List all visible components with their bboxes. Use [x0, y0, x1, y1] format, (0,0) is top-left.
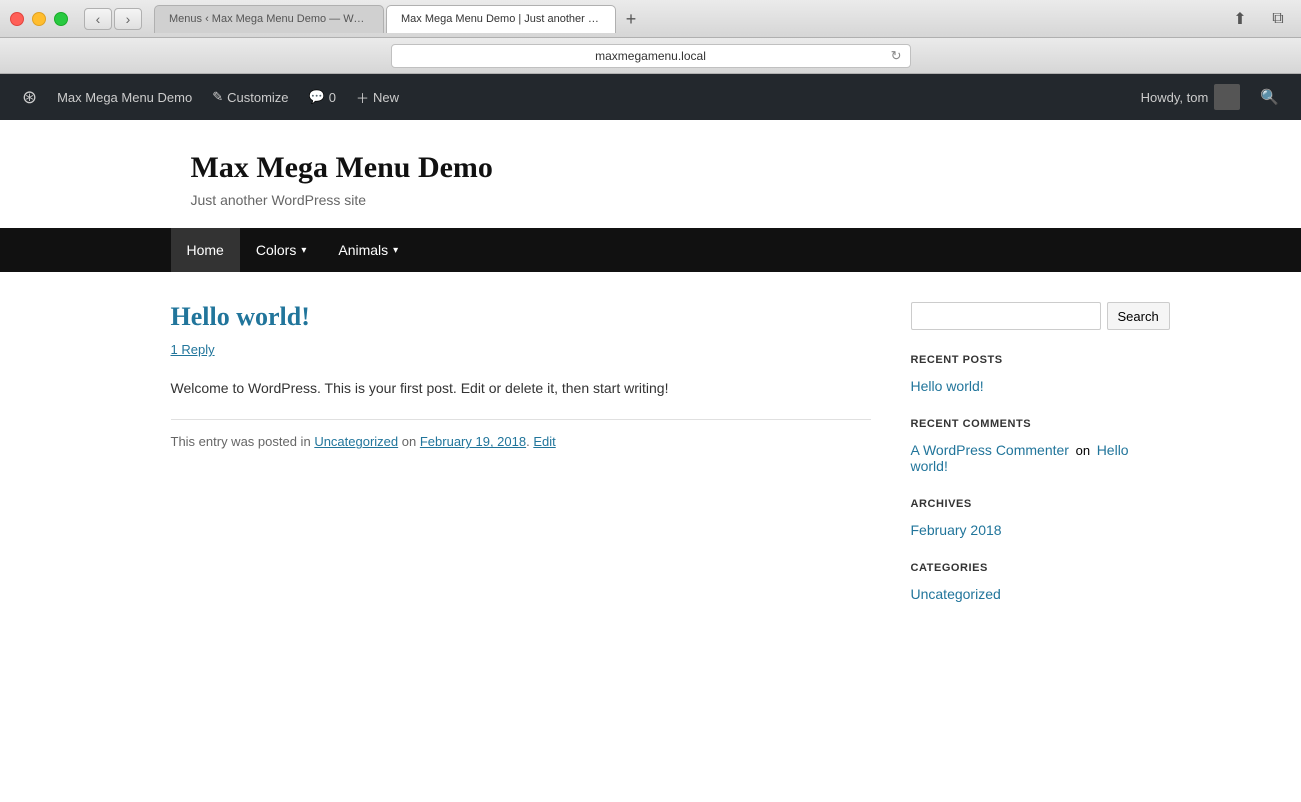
search-icon: 🔍 — [1260, 88, 1279, 106]
nav-item-colors[interactable]: Colors ▾ — [240, 228, 323, 272]
nav-inner: Home Colors ▾ Animals ▾ — [151, 228, 1151, 272]
url-text: maxmegamenu.local — [595, 49, 706, 63]
address-bar[interactable]: maxmegamenu.local ↻ — [391, 44, 911, 68]
main-content: Hello world! 1 Reply Welcome to WordPres… — [171, 302, 871, 626]
main-nav: Home Colors ▾ Animals ▾ — [0, 228, 1301, 272]
category-1-link[interactable]: Uncategorized — [911, 586, 1001, 602]
customize-icon: ✎ — [212, 89, 223, 105]
titlebar: ‹ › Menus ‹ Max Mega Menu Demo — WordPre… — [0, 0, 1301, 38]
recent-posts-title: RECENT POSTS — [911, 354, 1131, 366]
post-footer-prefix: This entry was posted in — [171, 434, 311, 449]
tab-1[interactable]: Menus ‹ Max Mega Menu Demo — WordPress — [154, 5, 384, 33]
nav-buttons: ‹ › — [84, 8, 142, 30]
nav-animals-arrow: ▾ — [393, 245, 398, 256]
reload-button[interactable]: ↻ — [891, 48, 902, 64]
comment-author-link[interactable]: A WordPress Commenter — [911, 442, 1069, 458]
recent-posts-section: RECENT POSTS Hello world! — [911, 354, 1131, 394]
sidebar: Search RECENT POSTS Hello world! RECENT … — [911, 302, 1131, 626]
post-title-link[interactable]: Hello world! — [171, 302, 310, 331]
post-body: Welcome to WordPress. This is your first… — [171, 377, 871, 399]
recent-post-1-link[interactable]: Hello world! — [911, 378, 984, 394]
back-button[interactable]: ‹ — [84, 8, 112, 30]
maximize-button[interactable] — [54, 12, 68, 26]
nav-colors-label: Colors — [256, 242, 296, 258]
recent-comments-title: RECENT COMMENTS — [911, 418, 1131, 430]
categories-section: CATEGORIES Uncategorized — [911, 562, 1131, 602]
post-date-link[interactable]: February 19, 2018 — [420, 434, 526, 449]
site-header: Max Mega Menu Demo Just another WordPres… — [171, 120, 1131, 228]
reply-link[interactable]: 1 Reply — [171, 342, 215, 357]
search-button[interactable]: Search — [1107, 302, 1170, 330]
post-title[interactable]: Hello world! — [171, 302, 871, 332]
address-bar-row: maxmegamenu.local ↻ — [0, 38, 1301, 74]
admin-search[interactable]: 🔍 — [1250, 74, 1289, 120]
site-wrapper: ⊛ Max Mega Menu Demo ✎ Customize 💬 0 ＋ N… — [0, 74, 1301, 802]
recent-comments-section: RECENT COMMENTS A WordPress Commenter on… — [911, 418, 1131, 474]
nav-home-label: Home — [187, 242, 224, 258]
post-date-prefix: on — [402, 434, 416, 449]
nav-item-home[interactable]: Home — [171, 228, 240, 272]
wp-logo-item[interactable]: ⊛ — [12, 74, 47, 120]
user-avatar — [1214, 84, 1240, 110]
tabs-button[interactable]: ⧉ — [1265, 7, 1291, 31]
site-title: Max Mega Menu Demo — [191, 150, 1111, 186]
archive-1: February 2018 — [911, 522, 1131, 538]
recent-post-1: Hello world! — [911, 378, 1131, 394]
share-button[interactable]: ⬆ — [1227, 7, 1253, 31]
content-area: Hello world! 1 Reply Welcome to WordPres… — [151, 272, 1151, 656]
customize-label: Customize — [227, 90, 288, 105]
admin-comments[interactable]: 💬 0 — [299, 74, 346, 120]
traffic-lights — [10, 12, 68, 26]
site-tagline: Just another WordPress site — [191, 192, 1111, 208]
howdy-label: Howdy, tom — [1141, 90, 1209, 105]
wp-logo-icon: ⊛ — [22, 87, 37, 108]
archive-1-link[interactable]: February 2018 — [911, 522, 1002, 538]
comments-count: 0 — [329, 90, 336, 105]
archives-title: ARCHIVES — [911, 498, 1131, 510]
recent-comment-1: A WordPress Commenter on Hello world! — [911, 442, 1131, 474]
toolbar-extras: ⬆ ⧉ — [1227, 7, 1291, 31]
post-edit-link[interactable]: Edit — [533, 434, 555, 449]
site-header-bg: Max Mega Menu Demo Just another WordPres… — [0, 120, 1301, 272]
post-category-link[interactable]: Uncategorized — [314, 434, 398, 449]
tab-container: Menus ‹ Max Mega Menu Demo — WordPress M… — [154, 5, 1219, 33]
admin-site-name[interactable]: Max Mega Menu Demo — [47, 74, 202, 120]
site-header-wrapper: Max Mega Menu Demo Just another WordPres… — [151, 120, 1151, 228]
tab-2[interactable]: Max Mega Menu Demo | Just another WordPr… — [386, 5, 616, 33]
new-icon: ＋ — [356, 88, 369, 107]
close-button[interactable] — [10, 12, 24, 26]
post-footer: This entry was posted in Uncategorized o… — [171, 419, 871, 449]
admin-new[interactable]: ＋ New — [346, 74, 409, 120]
category-1: Uncategorized — [911, 586, 1131, 602]
admin-site-name-label: Max Mega Menu Demo — [57, 90, 192, 105]
search-form: Search — [911, 302, 1131, 330]
archives-section: ARCHIVES February 2018 — [911, 498, 1131, 538]
nav-colors-arrow: ▾ — [301, 245, 306, 256]
content-bg: Hello world! 1 Reply Welcome to WordPres… — [0, 272, 1301, 802]
tab-2-label: Max Mega Menu Demo | Just another WordPr… — [401, 13, 601, 25]
admin-bar-right: Howdy, tom 🔍 — [1131, 74, 1289, 120]
nav-item-animals[interactable]: Animals ▾ — [322, 228, 414, 272]
tab-1-label: Menus ‹ Max Mega Menu Demo — WordPress — [169, 13, 369, 25]
browser-window: ‹ › Menus ‹ Max Mega Menu Demo — WordPre… — [0, 0, 1301, 802]
new-tab-button[interactable]: + — [618, 7, 644, 33]
comment-icon: 💬 — [309, 89, 325, 105]
wp-admin-bar: ⊛ Max Mega Menu Demo ✎ Customize 💬 0 ＋ N… — [0, 74, 1301, 120]
admin-customize[interactable]: ✎ Customize — [202, 74, 298, 120]
post-reply-count: 1 Reply — [171, 342, 871, 357]
admin-howdy[interactable]: Howdy, tom — [1131, 74, 1251, 120]
new-label: New — [373, 90, 399, 105]
comment-on-text: on — [1076, 443, 1090, 458]
forward-button[interactable]: › — [114, 8, 142, 30]
nav-animals-label: Animals — [338, 242, 388, 258]
minimize-button[interactable] — [32, 12, 46, 26]
categories-title: CATEGORIES — [911, 562, 1131, 574]
search-input[interactable] — [911, 302, 1101, 330]
